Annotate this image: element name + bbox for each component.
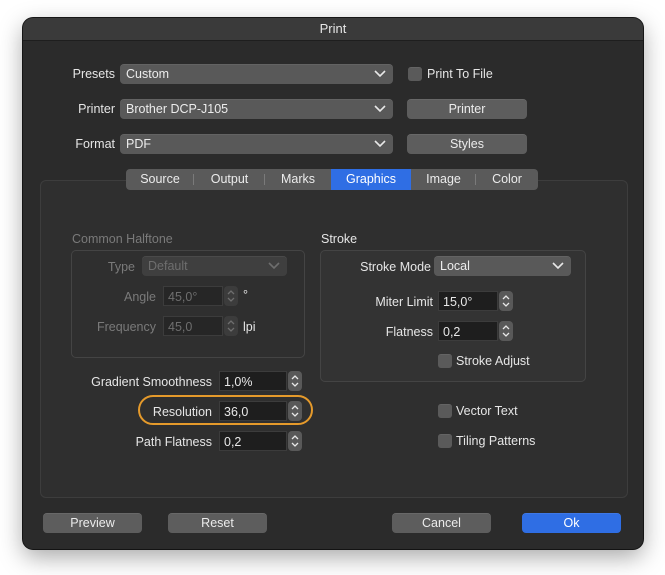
print-dialog: Print Presets Custom Print To File Print…	[23, 18, 643, 549]
angle-unit: °	[243, 288, 248, 302]
frequency-stepper[interactable]	[224, 316, 238, 336]
stroke-adjust-label: Stroke Adjust	[456, 354, 530, 368]
angle-label: Angle	[124, 290, 156, 304]
stepper-arrows-icon	[502, 325, 510, 337]
stroke-flatness-stepper[interactable]	[499, 321, 513, 341]
stroke-title: Stroke	[321, 232, 358, 246]
tab-image[interactable]: Image	[411, 169, 476, 190]
cancel-button[interactable]: Cancel	[392, 513, 491, 533]
stroke-mode-label: Stroke Mode	[360, 260, 431, 274]
tiling-patterns-checkbox[interactable]	[438, 434, 452, 448]
gradient-smoothness-stepper[interactable]	[288, 371, 302, 391]
miter-limit-label: Miter Limit	[375, 295, 433, 309]
presets-popup[interactable]: Custom	[120, 64, 393, 84]
presets-label: Presets	[72, 67, 115, 81]
stroke-mode-popup[interactable]: Local	[434, 256, 571, 276]
tab-graphics[interactable]: Graphics	[331, 169, 411, 190]
halftone-type-value: Default	[148, 259, 188, 273]
stroke-mode-value: Local	[440, 259, 470, 273]
resolution-highlight	[138, 395, 313, 425]
tab-marks[interactable]: Marks	[265, 169, 331, 190]
tab-color[interactable]: Color	[476, 169, 538, 190]
stroke-adjust-checkbox[interactable]	[438, 354, 452, 368]
vector-text-checkbox[interactable]	[438, 404, 452, 418]
tiling-patterns-label: Tiling Patterns	[456, 434, 536, 448]
reset-button[interactable]: Reset	[168, 513, 267, 533]
stepper-arrows-icon	[291, 435, 299, 447]
path-flatness-label: Path Flatness	[135, 435, 212, 449]
chevron-down-icon	[374, 70, 386, 78]
stepper-arrows-icon	[502, 295, 510, 307]
format-label: Format	[75, 137, 115, 151]
format-value: PDF	[126, 137, 151, 151]
print-to-file-label: Print To File	[427, 67, 493, 81]
chevron-down-icon	[374, 140, 386, 148]
angle-stepper[interactable]	[224, 286, 238, 306]
stroke-flatness-label: Flatness	[385, 325, 433, 339]
tab-output[interactable]: Output	[194, 169, 265, 190]
stepper-arrows-icon	[227, 320, 235, 332]
tab-bar: Source Output Marks Graphics Image Color	[126, 169, 538, 190]
presets-value: Custom	[126, 67, 170, 81]
printer-label: Printer	[78, 102, 115, 116]
stepper-arrows-icon	[291, 375, 299, 387]
halftone-type-label: Type	[107, 260, 135, 274]
ok-button[interactable]: Ok	[522, 513, 621, 533]
tab-source[interactable]: Source	[126, 169, 194, 190]
preview-button[interactable]: Preview	[43, 513, 142, 533]
printer-button[interactable]: Printer	[407, 99, 527, 119]
angle-field[interactable]: 45,0°	[163, 286, 223, 306]
printer-popup[interactable]: Brother DCP-J105	[120, 99, 393, 119]
chevron-down-icon	[552, 262, 564, 270]
frequency-label: Frequency	[96, 320, 156, 334]
path-flatness-stepper[interactable]	[288, 431, 302, 451]
format-popup[interactable]: PDF	[120, 134, 393, 154]
print-to-file-checkbox[interactable]	[408, 67, 422, 81]
halftone-title: Common Halftone	[72, 232, 173, 246]
gradient-smoothness-label: Gradient Smoothness	[91, 375, 212, 389]
printer-value: Brother DCP-J105	[126, 102, 229, 116]
miter-limit-field[interactable]: 15,0°	[438, 291, 498, 311]
stroke-flatness-field[interactable]: 0,2	[438, 321, 498, 341]
styles-button[interactable]: Styles	[407, 134, 527, 154]
stepper-arrows-icon	[227, 290, 235, 302]
chevron-down-icon	[268, 262, 280, 270]
halftone-type-popup[interactable]: Default	[142, 256, 287, 276]
frequency-unit: lpi	[243, 320, 256, 334]
miter-limit-stepper[interactable]	[499, 291, 513, 311]
gradient-smoothness-field[interactable]: 1,0%	[219, 371, 287, 391]
path-flatness-field[interactable]: 0,2	[219, 431, 287, 451]
chevron-down-icon	[374, 105, 386, 113]
frequency-field[interactable]: 45,0	[163, 316, 223, 336]
window-title: Print	[23, 18, 643, 41]
vector-text-label: Vector Text	[456, 404, 518, 418]
